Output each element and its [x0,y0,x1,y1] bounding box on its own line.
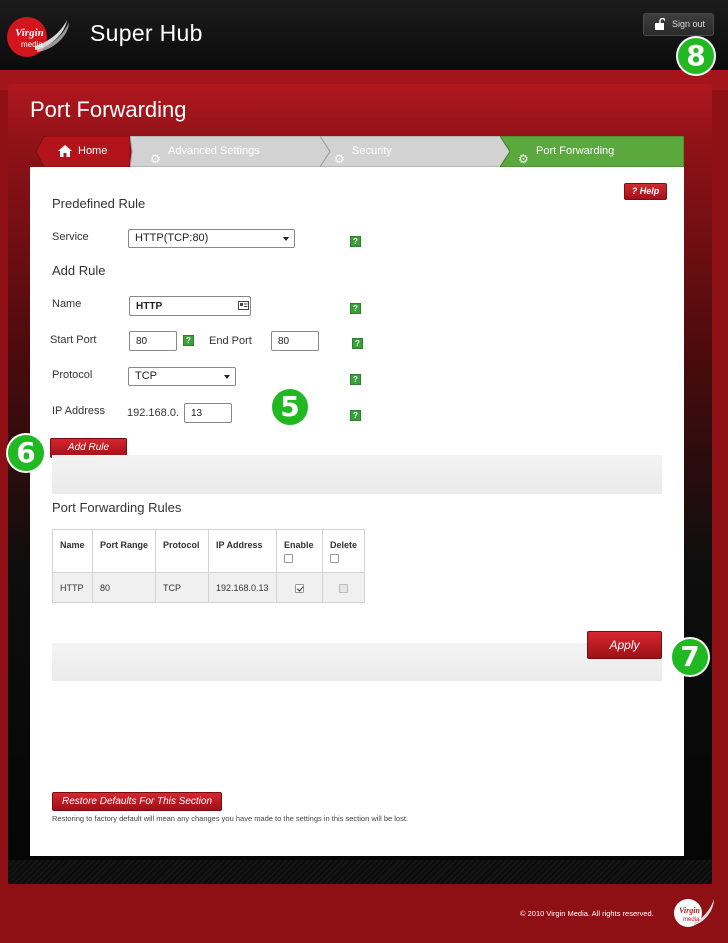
enable-checkbox[interactable] [295,583,304,593]
step-marker-5: 5 [270,387,310,427]
step-marker-7: 7 [670,637,710,677]
predefined-rule-title: Predefined Rule [52,196,146,211]
add-rule-title: Add Rule [52,263,106,278]
step-marker-6: 6 [6,433,46,473]
app-title: Super Hub [90,20,203,46]
logo-text-virgin: Virgin [15,27,44,39]
ip-suffix-input[interactable] [184,403,232,423]
page-title: Port Forwarding [30,97,187,122]
breadcrumb-advanced-settings[interactable]: ⚙ Advanced Settings [130,136,330,167]
restore-defaults-button[interactable]: Restore Defaults For This Section [52,792,222,811]
column-header-ip-address: IP Address [208,529,277,573]
column-header-protocol: Protocol [155,529,209,573]
help-question-icon[interactable]: ? [350,410,361,421]
copyright-text: © 2010 Virgin Media. All rights reserved… [520,909,654,918]
help-question-icon[interactable]: ? [350,236,361,247]
name-label: Name [52,298,82,310]
breadcrumb: Home ⚙ Advanced Settings ⚙ Security ⚙ Po… [36,136,684,167]
cell-delete [321,572,366,603]
step-marker-8: 8 [676,36,716,76]
column-header-port-range: Port Range [92,529,156,573]
delete-all-checkbox[interactable] [330,554,339,563]
service-select[interactable]: HTTP(TCP:80) [128,229,295,248]
breadcrumb-security-label: Security [352,145,392,157]
start-port-input[interactable] [129,331,177,351]
restore-defaults-note: Restoring to factory default will mean a… [52,814,409,823]
apply-band [52,643,662,681]
service-label: Service [52,231,89,243]
column-header-delete: Delete [321,529,366,573]
sign-out-label: Sign out [672,19,706,29]
apply-button[interactable]: Apply [587,631,662,659]
cell-name: HTTP [52,572,93,603]
breadcrumb-home-label: Home [78,145,108,157]
cell-protocol: TCP [155,572,209,603]
breadcrumb-security[interactable]: ⚙ Security [320,136,510,167]
enable-header-label: Enable [284,540,314,550]
chevron-down-icon [224,375,230,379]
start-port-label: Start Port [50,334,97,346]
help-question-icon[interactable]: ? [352,338,363,349]
service-select-value: HTTP(TCP:80) [135,232,209,244]
column-header-name: Name [52,529,93,573]
protocol-select[interactable]: TCP [128,367,236,386]
top-bar: Virgin media Super Hub Sign out [0,0,728,70]
help-question-icon[interactable]: ? [183,335,194,346]
footer-logo-text-media: media [683,917,700,923]
panel-bottom-texture [8,860,712,884]
add-rule-separator-band [52,455,662,494]
cell-ip-address: 192.168.0.13 [208,572,277,603]
breadcrumb-home[interactable]: Home [36,136,132,167]
breadcrumb-port-forwarding-label: Port Forwarding [536,145,615,157]
delete-checkbox[interactable] [339,583,348,593]
enable-all-checkbox[interactable] [284,554,293,563]
protocol-label: Protocol [52,369,93,381]
cell-enable [276,572,323,603]
table-header-row: Name Port Range Protocol IP Address Enab… [52,529,366,573]
port-forwarding-rules-table: Name Port Range Protocol IP Address Enab… [52,529,366,603]
help-question-icon[interactable]: ? [350,374,361,385]
home-icon [58,145,72,157]
sign-out-button[interactable]: Sign out [643,13,714,36]
end-port-label: End Port [209,335,252,347]
breadcrumb-port-forwarding[interactable]: ⚙ Port Forwarding [500,136,684,167]
name-input[interactable] [129,296,251,316]
footer-logo-text-virgin: Virgin [679,906,700,915]
delete-header-label: Delete [330,540,358,550]
ip-prefix-text: 192.168.0. [127,407,179,419]
table-row: HTTP 80 TCP 192.168.0.13 [52,572,366,603]
footer-virgin-media-logo: Virgin media [672,893,716,940]
id-card-icon [238,301,249,310]
protocol-select-value: TCP [135,370,157,382]
virgin-media-logo[interactable]: Virgin media [5,14,71,60]
port-forwarding-rules-title: Port Forwarding Rules [52,500,182,515]
help-question-icon[interactable]: ? [350,303,361,314]
logo-text-media: media [21,40,43,49]
column-header-enable: Enable [276,529,323,573]
ip-address-label: IP Address [52,405,105,417]
breadcrumb-advanced-settings-label: Advanced Settings [168,145,260,157]
unlock-icon [655,18,665,30]
cell-port-range: 80 [92,572,156,603]
end-port-input[interactable] [271,331,319,351]
chevron-down-icon [283,237,289,241]
help-button[interactable]: ? Help [624,183,667,200]
